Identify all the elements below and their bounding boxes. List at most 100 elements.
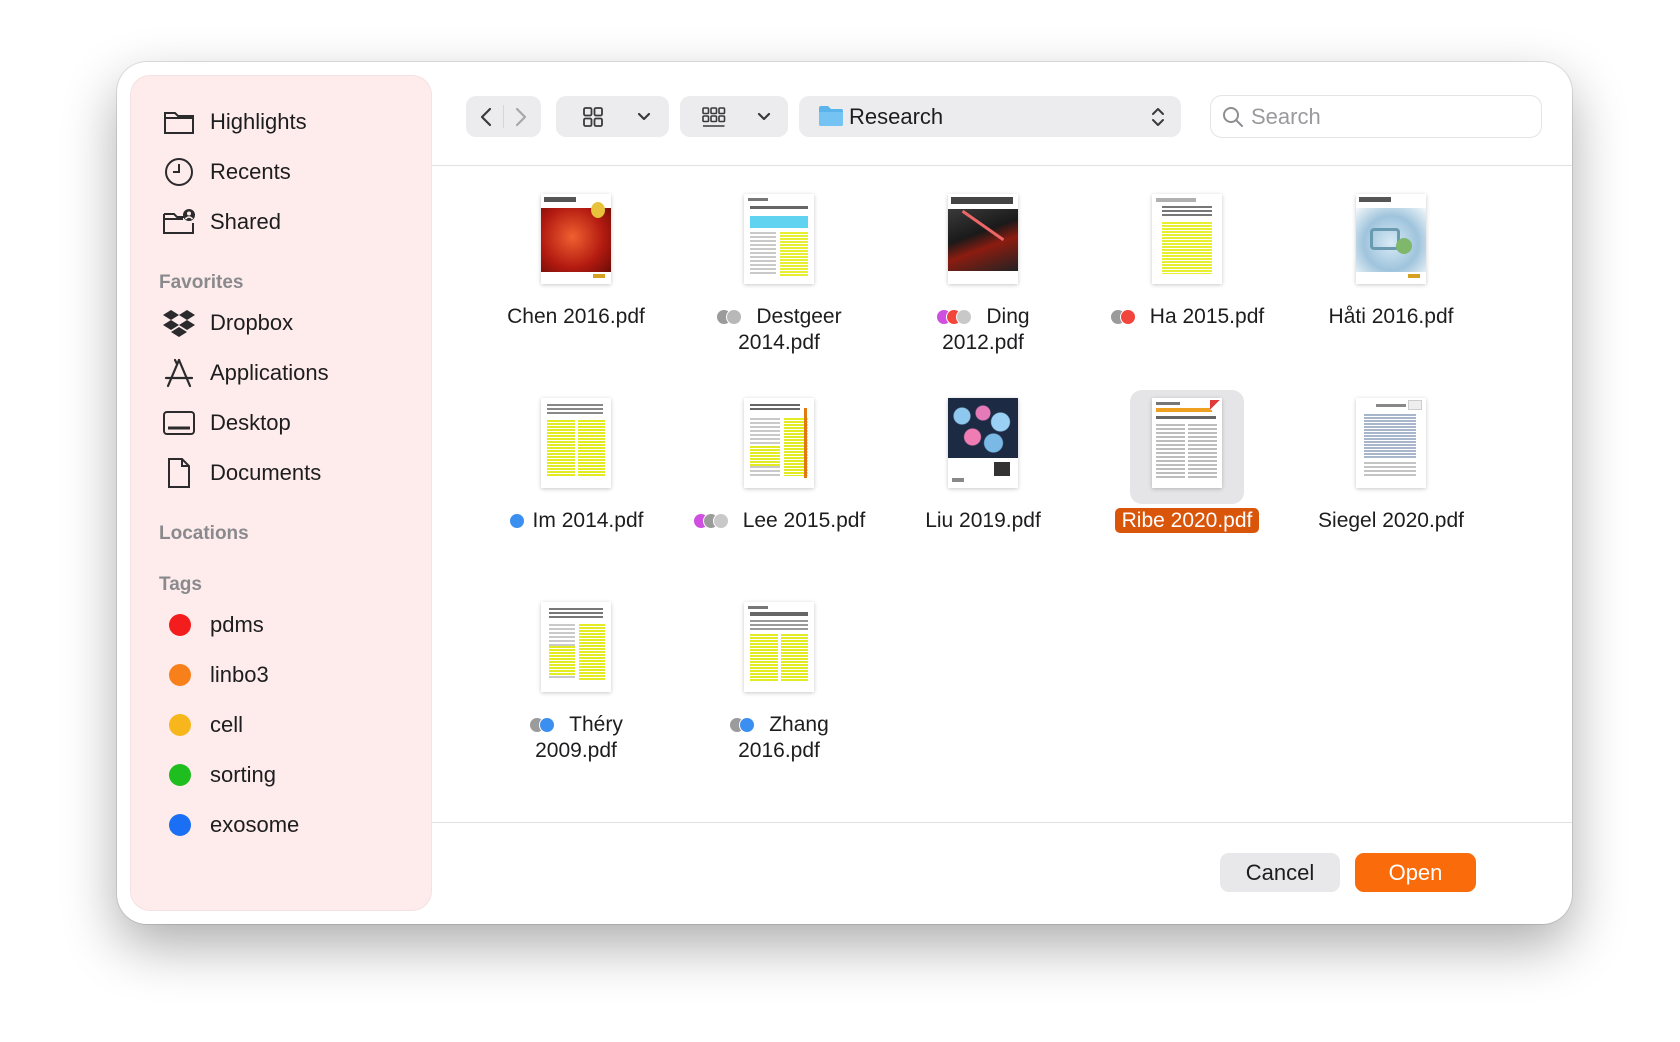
folder-icon (161, 104, 197, 140)
file-thumbnail (722, 594, 836, 708)
file-item-ha-2015[interactable]: Ha 2015.pdf (1087, 186, 1287, 386)
sidebar-tag-cell[interactable]: cell (131, 703, 431, 747)
file-item-liu-2019[interactable]: Liu 2019.pdf (883, 390, 1083, 590)
applications-icon (161, 355, 197, 391)
pdf-thumbnail (1152, 194, 1222, 284)
file-item-chen-2016[interactable]: Chen 2016.pdf (476, 186, 676, 386)
view-mode-dropdown[interactable] (556, 96, 669, 137)
sidebar-item-documents[interactable]: Documents (131, 451, 431, 495)
file-thumbnail-selected (1130, 390, 1244, 504)
nav-divider (503, 105, 504, 128)
group-by-dropdown[interactable] (680, 96, 788, 137)
tag-red-icon (169, 614, 191, 636)
forward-button[interactable] (507, 104, 533, 130)
file-name: Lee 2015.pdf (679, 508, 879, 534)
pdf-thumbnail (948, 194, 1018, 284)
pdf-thumbnail (1356, 398, 1426, 488)
sidebar-item-label: Dropbox (210, 310, 294, 335)
sidebar-item-label: Applications (210, 360, 329, 385)
file-item-ribe-2020[interactable]: Ribe 2020.pdf (1087, 390, 1287, 590)
file-thumbnail (926, 186, 1040, 300)
file-name: Ha 2015.pdf (1087, 304, 1287, 330)
shared-folder-icon (161, 204, 197, 240)
pdf-thumbnail (1356, 194, 1426, 284)
search-input[interactable] (1251, 96, 1531, 137)
sidebar-item-label: cell (210, 712, 244, 737)
file-item-destgeer-2014[interactable]: Destgeer 2014.pdf (679, 186, 879, 386)
up-down-chevron-icon (1152, 108, 1164, 126)
sidebar-tag-exosome[interactable]: exosome (131, 803, 431, 847)
pdf-thumbnail (1152, 398, 1222, 488)
file-item-im-2014[interactable]: Im 2014.pdf (476, 390, 676, 590)
search-field[interactable] (1210, 95, 1542, 138)
file-thumbnail (722, 186, 836, 300)
file-tags (508, 513, 525, 529)
sidebar-tag-linbo3[interactable]: linbo3 (131, 653, 431, 697)
pdf-thumbnail (541, 398, 611, 488)
path-popup-button[interactable]: Research (799, 96, 1181, 137)
tag-yellow-icon (169, 714, 191, 736)
file-thumbnail (1130, 186, 1244, 300)
file-item-lee-2015[interactable]: Lee 2015.pdf (679, 390, 879, 590)
clock-icon (161, 154, 197, 190)
file-thumbnail (519, 186, 633, 300)
sidebar-item-label: sorting (210, 762, 277, 787)
pdf-thumbnail (744, 194, 814, 284)
pdf-thumbnail (541, 602, 611, 692)
file-tags (1109, 309, 1142, 325)
sidebar-item-dropbox[interactable]: Dropbox (131, 301, 431, 345)
file-tags (729, 717, 761, 733)
file-thumbnail (519, 594, 633, 708)
pdf-thumbnail (744, 398, 814, 488)
file-item-siegel-2020[interactable]: Siegel 2020.pdf (1291, 390, 1491, 590)
sidebar-tag-pdms[interactable]: pdms (131, 603, 431, 647)
sidebar-item-label: Documents (210, 460, 322, 485)
file-name: Ding 2012.pdf (883, 304, 1083, 356)
file-item-thery-2009[interactable]: Théry 2009.pdf (476, 594, 676, 794)
sidebar-item-recents[interactable]: Recents (131, 150, 431, 194)
nav-buttons (466, 96, 541, 137)
pdf-thumbnail (541, 194, 611, 284)
file-name: Håti 2016.pdf (1328, 305, 1454, 328)
file-item-hati-2016[interactable]: Håti 2016.pdf (1291, 186, 1491, 386)
sidebar-item-label: Recents (210, 159, 291, 184)
chevron-left-icon (480, 107, 492, 127)
file-thumbnail (519, 390, 633, 504)
chevron-down-icon (757, 112, 771, 121)
file-item-ding-2012[interactable]: Ding 2012.pdf (883, 186, 1083, 386)
pdf-thumbnail (744, 602, 814, 692)
sidebar-item-label: Desktop (210, 410, 291, 435)
cancel-button[interactable]: Cancel (1220, 853, 1340, 892)
toolbar-divider (432, 165, 1572, 166)
chevron-down-icon (637, 112, 651, 121)
file-tags (529, 717, 561, 733)
back-button[interactable] (474, 104, 500, 130)
open-button[interactable]: Open (1355, 853, 1476, 892)
sidebar-item-label: Highlights (210, 109, 307, 134)
path-label: Research (849, 104, 944, 129)
sidebar-item-applications[interactable]: Applications (131, 351, 431, 395)
file-name: Ribe 2020.pdf (1087, 508, 1287, 534)
file-name: Liu 2019.pdf (925, 509, 1041, 532)
blue-folder-icon (819, 106, 843, 126)
locations-header: Locations (159, 523, 249, 544)
icon-view-icon (583, 107, 603, 127)
file-thumbnail (722, 390, 836, 504)
search-icon (1223, 107, 1243, 127)
sidebar-item-label: Shared (210, 209, 281, 234)
group-grid-icon (702, 107, 726, 127)
document-icon (161, 455, 197, 491)
pdf-thumbnail (948, 398, 1018, 488)
favorites-header: Favorites (159, 272, 244, 293)
sidebar-item-desktop[interactable]: Desktop (131, 401, 431, 445)
file-item-zhang-2016[interactable]: Zhang 2016.pdf (679, 594, 879, 794)
file-name: Zhang 2016.pdf (679, 712, 879, 764)
file-tags (692, 513, 735, 529)
dropbox-icon (161, 305, 197, 341)
sidebar-item-label: linbo3 (210, 662, 269, 687)
sidebar-tag-sorting[interactable]: sorting (131, 753, 431, 797)
file-thumbnail (1334, 186, 1448, 300)
file-name: Théry 2009.pdf (476, 712, 676, 764)
sidebar-item-shared[interactable]: Shared (131, 200, 431, 244)
sidebar-item-highlights[interactable]: Highlights (131, 100, 431, 144)
